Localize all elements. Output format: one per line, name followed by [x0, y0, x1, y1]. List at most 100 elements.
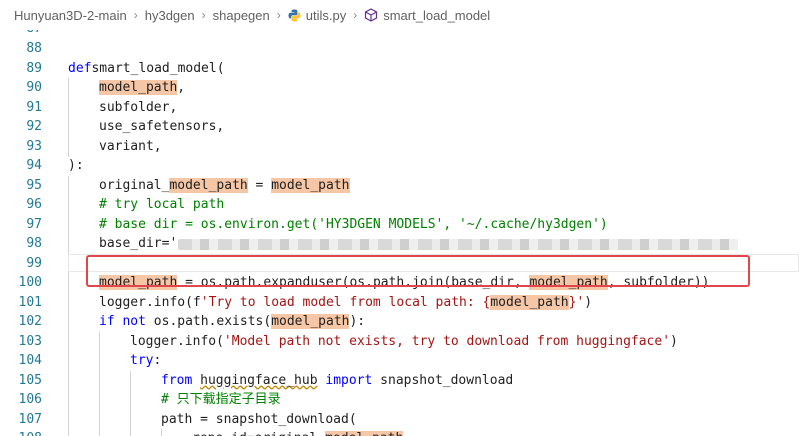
code-text: # try local path — [99, 195, 224, 215]
code-editor[interactable]: 87 88 89 defsmart_load_model(90 model_path,… — [0, 30, 799, 436]
code-text: variant, — [99, 137, 162, 157]
line-number: 94 — [26, 158, 42, 173]
code-token: ): — [68, 158, 84, 173]
code-line: 94): — [0, 156, 799, 176]
line-number: 98 — [26, 236, 42, 251]
code-text: base_dir=' — [99, 234, 177, 254]
code-text: defsmart_load_model( — [68, 59, 225, 79]
breadcrumb-item-utils-py[interactable]: utils.py — [306, 8, 346, 23]
code-token: base_dir=' — [99, 236, 178, 251]
indent-guide — [99, 390, 100, 410]
breadcrumb-item-smart-load-model[interactable]: smart_load_model — [383, 8, 490, 23]
indent-guide — [99, 409, 100, 430]
code-text: try: — [130, 351, 161, 371]
indent-guide — [130, 429, 131, 436]
breadcrumb-item-project[interactable]: Hunyuan3D-2-main — [14, 8, 127, 23]
indent-guide — [68, 409, 69, 430]
code-token: 'Try to load model from local path: { — [200, 294, 491, 310]
indent-guide — [68, 312, 69, 332]
code-token: }' — [568, 294, 585, 310]
indent-guide — [68, 78, 69, 98]
code-token: logger.info( — [130, 333, 224, 349]
line-number: 93 — [26, 138, 42, 154]
code-text: use_safetensors, — [99, 117, 224, 137]
code-token: from — [161, 372, 193, 388]
code-line: 106 # 只下载指定子目录 — [0, 390, 799, 410]
line-number: 101 — [18, 294, 42, 310]
line-number: 100 — [18, 275, 42, 290]
indent-guide — [68, 429, 69, 436]
code-token: subfolder, — [99, 99, 178, 115]
code-token: 'Model path not exists, try to download … — [223, 333, 671, 349]
code-token: # base dir = os.environ.get('HY3DGEN MOD… — [99, 216, 608, 232]
highlight-annotation-box — [86, 255, 750, 287]
code-line: 101 logger.info(f'Try to load model from … — [0, 292, 799, 313]
method-symbol-icon — [364, 8, 378, 22]
code-token: os.path.exists( — [145, 314, 272, 329]
code-token: logger.info(f — [99, 294, 201, 310]
code-line: 90 model_path, — [0, 78, 799, 98]
indent-guide — [99, 331, 100, 352]
code-token: if not — [99, 314, 146, 329]
line-number: 102 — [18, 314, 42, 329]
indent-guide — [68, 370, 69, 391]
line-number: 105 — [18, 372, 42, 388]
line-number: 97 — [26, 216, 42, 232]
indent-guide — [68, 390, 69, 410]
code-line: 93 variant, — [0, 136, 799, 157]
line-number: 90 — [26, 80, 42, 95]
code-text: from huggingface_hub import snapshot_dow… — [161, 371, 513, 391]
code-line: 96 # try local path — [0, 195, 799, 215]
indent-guide — [68, 234, 69, 254]
chevron-right-icon: › — [353, 8, 358, 22]
code-text: subfolder, — [99, 98, 177, 118]
code-text: logger.info('Model path not exists, try … — [130, 332, 678, 352]
code-token: model_path — [490, 294, 569, 310]
code-token: try — [130, 353, 154, 368]
indent-guide — [161, 429, 162, 436]
line-number: 88 — [26, 41, 42, 56]
code-line: 103 logger.info('Model path not exists, t… — [0, 331, 799, 352]
code-token: def — [68, 60, 92, 76]
code-text: # 只下载指定子目录 — [161, 390, 281, 410]
code-text: logger.info(f'Try to load model from loc… — [99, 293, 592, 313]
code-line: 97 # base dir = os.environ.get('HY3DGEN M… — [0, 214, 799, 235]
code-text: if not os.path.exists(model_path): — [99, 312, 365, 332]
line-number: 87 — [0, 30, 42, 39]
code-token: = — [247, 177, 272, 193]
indent-guide — [68, 195, 69, 215]
indent-guide — [68, 292, 69, 313]
chevron-right-icon: › — [201, 8, 206, 22]
python-file-icon — [288, 9, 301, 22]
indent-guide — [99, 370, 100, 391]
code-line: 108 repo_id=original_model_path, — [0, 429, 799, 436]
code-token: model_path — [169, 177, 248, 193]
indent-guide — [99, 429, 100, 436]
line-number: 91 — [26, 99, 42, 115]
code-line: 107 path = snapshot_download( — [0, 409, 799, 430]
code-token: , — [403, 431, 411, 436]
code-token: # 只下载指定子目录 — [161, 392, 281, 407]
breadcrumb-item-shapegen[interactable]: shapegen — [213, 8, 270, 23]
code-token: snapshot_download — [372, 372, 514, 388]
code-token: ) — [584, 294, 593, 310]
indent-guide — [68, 214, 69, 235]
indent-guide — [130, 390, 131, 410]
code-line: 98 base_dir=' — [0, 234, 799, 254]
code-token: model_path — [271, 177, 350, 193]
code-token: path = snapshot_download( — [161, 411, 357, 427]
breadcrumb-item-hy3dgen[interactable]: hy3dgen — [145, 8, 195, 23]
code-token: use_safetensors, — [99, 119, 225, 134]
code-line: 89 defsmart_load_model( — [0, 59, 799, 79]
line-number: 108 — [0, 429, 42, 436]
line-number: 103 — [18, 333, 42, 349]
indent-guide — [130, 370, 131, 391]
indent-guide — [130, 409, 131, 430]
code-text: # base dir = os.environ.get('HY3DGEN MOD… — [99, 215, 608, 235]
line-number: 92 — [26, 119, 42, 134]
code-token: ) — [670, 333, 678, 349]
indent-guide — [68, 175, 69, 196]
indent-guide — [99, 351, 100, 371]
line-number: 89 — [26, 60, 42, 76]
code-text: path = snapshot_download( — [161, 410, 357, 430]
